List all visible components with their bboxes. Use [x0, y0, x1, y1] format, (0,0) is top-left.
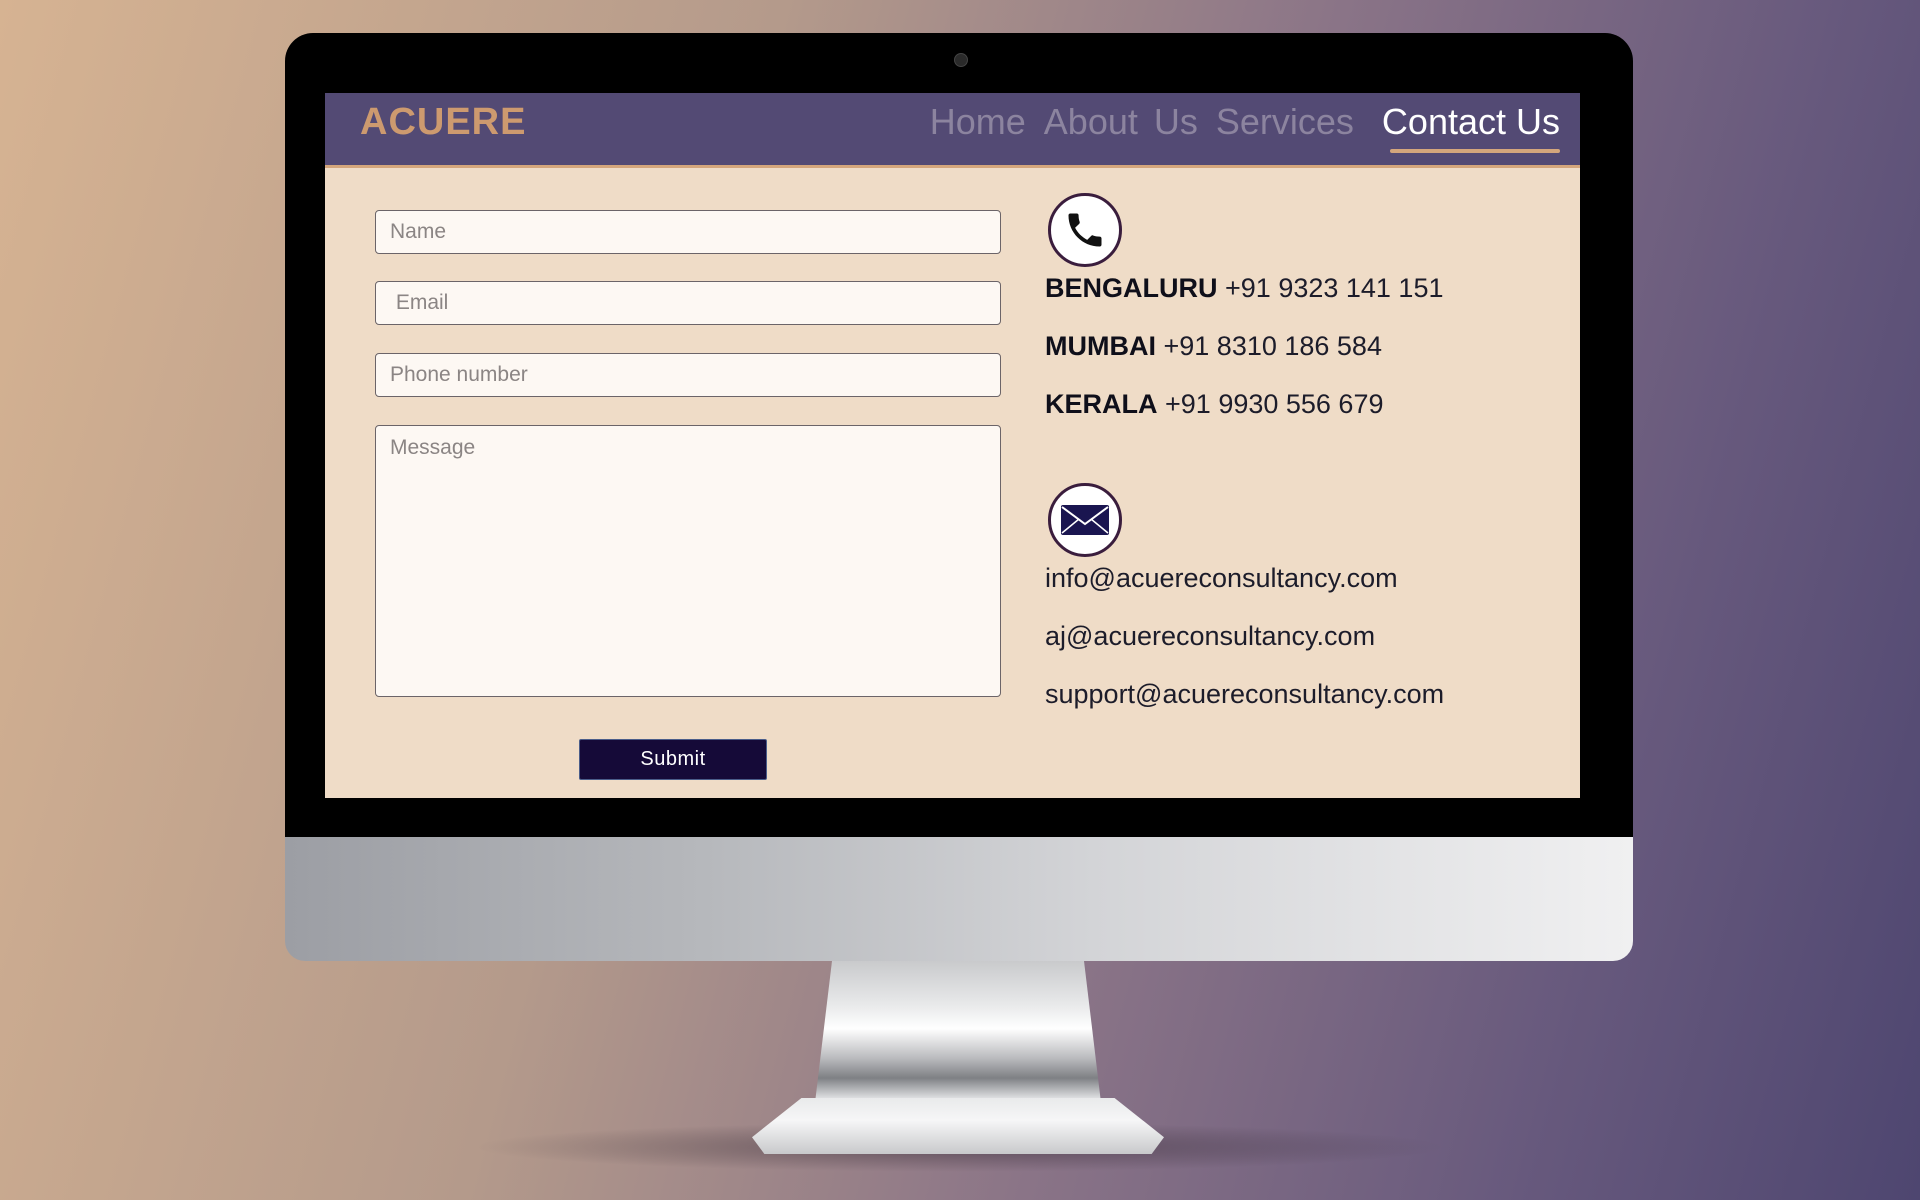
nav-services[interactable]: Services — [1216, 101, 1354, 143]
name-input[interactable] — [375, 210, 1001, 254]
phone-number[interactable]: +91 9930 556 679 — [1165, 389, 1383, 419]
envelope-glyph — [1061, 505, 1109, 535]
website-screen: ACUERE Home About Us Services Contact Us… — [325, 93, 1580, 798]
monitor-stand-neck — [814, 961, 1102, 1111]
camera-dot — [954, 53, 968, 67]
phone-icon — [1048, 193, 1122, 267]
phone-line-mumbai: MUMBAI +91 8310 186 584 — [1045, 331, 1382, 362]
phone-line-kerala: KERALA +91 9930 556 679 — [1045, 389, 1383, 420]
email-link-support[interactable]: support@acuereconsultancy.com — [1045, 679, 1444, 710]
city-label: KERALA — [1045, 389, 1158, 419]
submit-button[interactable]: Submit — [579, 739, 767, 780]
nav-us[interactable]: Us — [1154, 101, 1198, 143]
message-textarea[interactable] — [375, 425, 1001, 697]
nav-about[interactable]: About — [1044, 101, 1138, 143]
phone-number[interactable]: +91 9323 141 151 — [1225, 273, 1443, 303]
monitor-chin — [285, 837, 1633, 961]
phone-line-bengaluru: BENGALURU +91 9323 141 151 — [1045, 273, 1443, 304]
email-link-info[interactable]: info@acuereconsultancy.com — [1045, 563, 1398, 594]
mail-icon — [1048, 483, 1122, 557]
nav-home[interactable]: Home — [930, 101, 1026, 143]
email-input[interactable] — [375, 281, 1001, 325]
city-label: BENGALURU — [1045, 273, 1218, 303]
monitor-stand-foot — [752, 1098, 1164, 1154]
phone-input[interactable] — [375, 353, 1001, 397]
email-link-aj[interactable]: aj@acuereconsultancy.com — [1045, 621, 1375, 652]
phone-number[interactable]: +91 8310 186 584 — [1164, 331, 1382, 361]
city-label: MUMBAI — [1045, 331, 1156, 361]
site-logo[interactable]: ACUERE — [360, 101, 526, 144]
nav-links: Home About Us Services Contact Us — [912, 101, 1561, 153]
phone-glyph — [1068, 213, 1102, 247]
nav-contact-us[interactable]: Contact Us — [1382, 101, 1561, 153]
navbar: ACUERE Home About Us Services Contact Us — [325, 93, 1580, 168]
